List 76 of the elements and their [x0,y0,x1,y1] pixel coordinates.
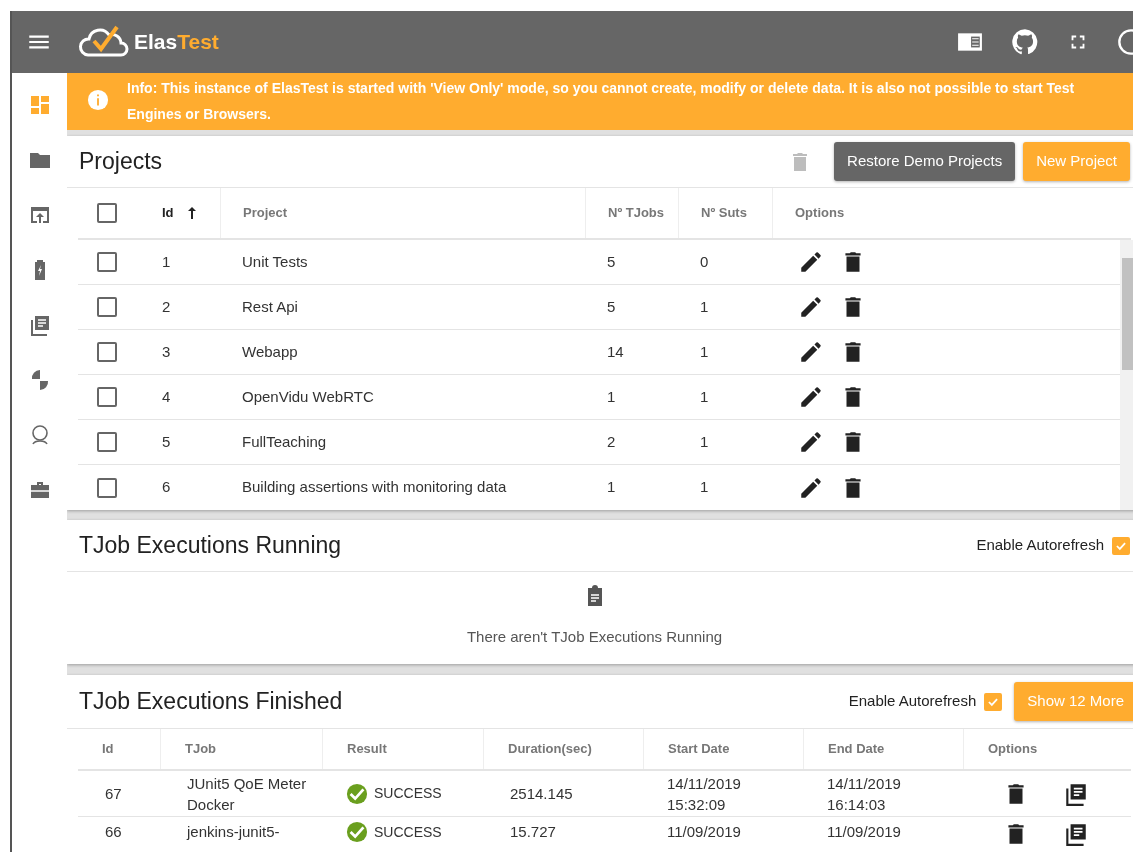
table-cell: 1 [700,432,709,450]
column-header[interactable]: Duration(sec) [508,739,592,759]
table-cell: 2 [607,432,616,450]
table-cell: Rest Api [242,297,298,315]
table-cell-text: 2514.145 [510,784,574,804]
table-cell: 1 [700,342,709,360]
autorefresh-checkbox[interactable] [1112,536,1130,555]
table-cell: 5 [607,297,616,315]
column-header[interactable]: TJob [185,739,217,759]
table-cell-text: 14/11/2019 15:32:09 [667,773,742,815]
table-cell: OpenVidu WebRTC [242,387,374,405]
card-title: Projects [79,147,163,177]
table-cell: 5 [607,252,616,270]
column-header[interactable]: Nº TJobs [608,203,665,223]
autorefresh-label: Enable Autorefresh [848,691,977,712]
table-cell: 6 [162,478,171,496]
table-cell-text: 11/09/2019 [827,822,902,842]
info-message: Info: This instance of ElasTest is started with 'View Only' mode, so you cannot create, modify or delete data. It is also not possible to start Test Engines or Browsers. [127,80,1075,122]
table-cell-text: jenkins-junit5- [187,822,281,842]
table-cell: 14 [607,342,624,360]
table-cell: 1 [607,478,616,496]
table-cell-text: 15.727 [510,822,557,842]
app-logo-text: ElasTest [134,29,219,56]
edit-icon[interactable] [798,294,824,320]
table-cell: 2 [162,297,171,315]
restore-button[interactable]: Restore Demo Projects [834,142,1016,181]
status-text: SUCCESS [374,822,442,842]
row-checkbox[interactable] [97,342,117,362]
table-cell-text: 14/11/2019 16:14:03 [827,773,902,815]
table-cell: 1 [700,387,709,405]
autorefresh-checkbox[interactable] [984,692,1003,711]
select-all-checkbox[interactable] [97,203,117,223]
edit-icon[interactable] [798,384,824,410]
cloud-check-logo-icon [78,25,130,59]
table-cell: Unit Tests [242,252,308,270]
column-header[interactable]: Options [795,203,845,223]
table-cell: 4 [162,387,171,405]
table-cell: 5 [162,432,171,450]
column-header[interactable]: Id [102,739,114,759]
column-header[interactable]: Options [988,739,1038,759]
column-header[interactable]: Project [243,203,288,223]
table-cell: FullTeaching [242,432,327,450]
row-checkbox[interactable] [97,297,117,317]
row-checkbox[interactable] [97,252,117,272]
table-cell: 3 [162,342,171,360]
card-title: TJob Executions Running [79,531,342,561]
edit-icon[interactable] [798,249,824,275]
github-icon[interactable] [1011,28,1039,56]
info-icon [87,89,109,111]
status-text: SUCCESS [374,784,442,803]
empty-message: There aren't TJob Executions Running [466,627,723,647]
card-title: TJob Executions Finished [79,687,343,717]
column-header[interactable]: Start Date [668,739,730,759]
table-cell: 1 [607,387,616,405]
column-header[interactable]: Result [347,739,387,759]
autorefresh-label: Enable Autorefresh [976,535,1104,556]
column-header[interactable]: End Date [828,739,885,759]
table-cell: 1 [700,297,709,315]
column-header[interactable]: Id [162,203,174,223]
table-cell: 1 [700,478,709,496]
row-checkbox[interactable] [97,387,117,407]
row-checkbox[interactable] [97,432,117,452]
edit-icon[interactable] [798,339,824,365]
table-cell-text: 66 [105,822,123,842]
table-cell-text: 11/09/2019 [667,822,742,842]
table-cell: 0 [700,252,709,270]
table-cell: 1 [162,252,171,270]
table-cell: Webapp [242,342,298,360]
table-cell: Building assertions with monitoring data [242,478,507,496]
edit-icon[interactable] [798,429,824,455]
table-cell-text: JUnit5 QoE Meter Docker [187,773,308,815]
column-header[interactable]: Nº Suts [701,203,747,223]
scrollbar[interactable] [1120,240,1133,510]
table-cell-text: 67 [105,784,123,804]
library-icon[interactable] [1063,821,1089,847]
row-checkbox[interactable] [97,477,117,498]
